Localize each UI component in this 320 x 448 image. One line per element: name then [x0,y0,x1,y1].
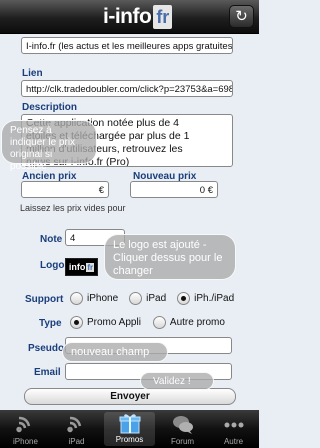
title-field[interactable]: I-info.fr (les actus et les meilleures a… [21,37,233,54]
tab-label: Forum [170,437,195,446]
promo-form: I-info.fr (les actus et les meilleures a… [0,34,259,410]
tab-label: Autre [223,437,244,446]
price-tip-bubble: Pensez à indiquer le prix original si po… [1,120,97,172]
radio-button[interactable] [152,316,166,329]
type-option-promo-appli[interactable]: Promo Appli [70,316,141,329]
validate-tip-bubble: Validez ! [140,372,214,390]
type-option-autre-promo[interactable]: Autre promo [152,316,225,329]
logo-text: i-info [103,4,152,28]
support-option-label: iPad [146,293,167,304]
logo-image[interactable]: info fr [65,258,98,276]
ipad-icon [66,414,88,436]
lien-label: Lien [22,68,43,79]
type-option-label: Autre promo [169,317,225,328]
app-logo: i-info fr [103,4,173,29]
pseudo-label: Pseudo [28,343,65,354]
logo-image-badge: fr [86,262,95,272]
tab-autre[interactable]: Autre [208,410,259,448]
description-label: Description [22,102,78,113]
tab-iphone[interactable]: iPhone [0,410,51,448]
gift-icon [118,412,142,434]
tab-label: iPhone [13,437,38,446]
chat-bubbles-icon [171,414,195,436]
email-label: Email [34,367,61,378]
radio-button[interactable] [129,292,143,305]
logo-badge: fr [153,4,173,29]
top-bar: i-info fr ↻ [0,0,259,34]
ancien-prix-field[interactable]: € [21,181,109,198]
logo-image-text: info [68,262,86,272]
tab-label: Promos [115,435,144,444]
tab-promos[interactable]: Promos [104,412,155,446]
lien-field[interactable]: http://clk.tradedoubler.com/click?p=2375… [21,80,233,97]
support-radio-group: iPhone iPad iPh./iPad [70,292,234,305]
tab-label: iPad [68,437,85,446]
refresh-button[interactable]: ↻ [229,5,254,28]
more-icon [223,414,245,436]
type-option-label: Promo Appli [87,317,141,328]
radio-button-selected[interactable] [70,316,83,329]
iphone-icon [15,414,37,436]
support-option-ipad[interactable]: iPad [129,292,166,305]
note-label: Note [40,234,63,245]
nouveau-prix-field[interactable]: 0 € [130,181,218,198]
submit-button[interactable]: Envoyer [24,388,236,405]
new-field-tip-bubble: nouveau champ [62,342,168,362]
prices-hint: Laissez les prix vides pour [20,203,126,213]
logo-label: Logo [40,260,65,271]
tab-bar: iPhone iPad Promos Forum Autre [0,410,259,448]
type-radio-group: Promo Appli Autre promo [70,316,225,329]
support-option-label: iPh./iPad [194,293,235,304]
support-option-iphone[interactable]: iPhone [70,292,118,305]
refresh-icon: ↻ [235,8,248,25]
tab-forum[interactable]: Forum [157,410,208,448]
tab-ipad[interactable]: iPad [51,410,102,448]
type-label: Type [39,318,62,329]
radio-button-selected[interactable] [177,292,191,305]
support-label: Support [25,294,64,305]
support-option-iphone-ipad[interactable]: iPh./iPad [177,292,234,305]
radio-button[interactable] [70,292,83,305]
support-option-label: iPhone [87,293,119,304]
logo-tip-bubble: Le logo est ajouté - Cliquer dessus pour… [104,234,236,280]
